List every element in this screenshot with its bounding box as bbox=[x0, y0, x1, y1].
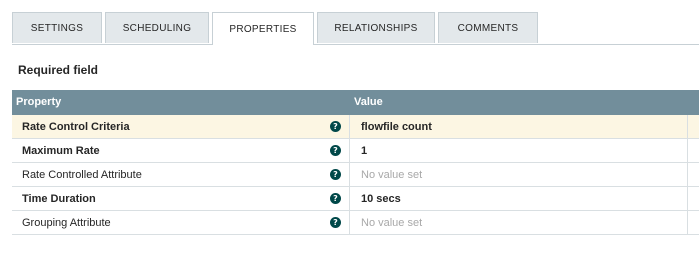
table-row[interactable]: Rate Control Criteria ? flowfile count bbox=[12, 115, 699, 139]
tab-settings[interactable]: SETTINGS bbox=[12, 12, 102, 43]
property-value[interactable]: 10 secs bbox=[350, 187, 688, 210]
property-value[interactable]: No value set bbox=[350, 211, 688, 234]
question-circle-icon[interactable]: ? bbox=[330, 121, 341, 132]
tab-divider bbox=[12, 44, 699, 45]
table-row[interactable]: Rate Controlled Attribute ? No value set bbox=[12, 163, 699, 187]
question-circle-icon[interactable]: ? bbox=[330, 169, 341, 180]
tab-comments[interactable]: COMMENTS bbox=[438, 12, 538, 43]
property-value[interactable]: 1 bbox=[350, 139, 688, 162]
required-field-label: Required field bbox=[18, 63, 99, 77]
table-row[interactable]: Time Duration ? 10 secs bbox=[12, 187, 699, 211]
tab-scheduling[interactable]: SCHEDULING bbox=[105, 12, 209, 43]
property-value[interactable]: flowfile count bbox=[350, 115, 688, 138]
table-row[interactable]: Grouping Attribute ? No value set bbox=[12, 211, 699, 235]
property-name: Time Duration bbox=[22, 192, 96, 205]
tab-relationships[interactable]: RELATIONSHIPS bbox=[317, 12, 435, 43]
question-circle-icon[interactable]: ? bbox=[330, 193, 341, 204]
table-header: Property Value bbox=[12, 90, 699, 115]
property-name: Rate Controlled Attribute bbox=[22, 168, 142, 181]
tab-properties[interactable]: PROPERTIES bbox=[212, 12, 314, 45]
column-header-property[interactable]: Property bbox=[12, 90, 348, 115]
tab-bar: SETTINGS SCHEDULING PROPERTIES RELATIONS… bbox=[12, 12, 538, 45]
question-circle-icon[interactable]: ? bbox=[330, 217, 341, 228]
property-value[interactable]: No value set bbox=[350, 163, 688, 186]
property-name: Rate Control Criteria bbox=[22, 120, 130, 133]
property-name: Grouping Attribute bbox=[22, 216, 111, 229]
property-name: Maximum Rate bbox=[22, 144, 100, 157]
question-circle-icon[interactable]: ? bbox=[330, 145, 341, 156]
column-header-value[interactable]: Value bbox=[348, 90, 383, 115]
table-row[interactable]: Maximum Rate ? 1 bbox=[12, 139, 699, 163]
properties-table: Property Value Rate Control Criteria ? f… bbox=[12, 90, 699, 235]
